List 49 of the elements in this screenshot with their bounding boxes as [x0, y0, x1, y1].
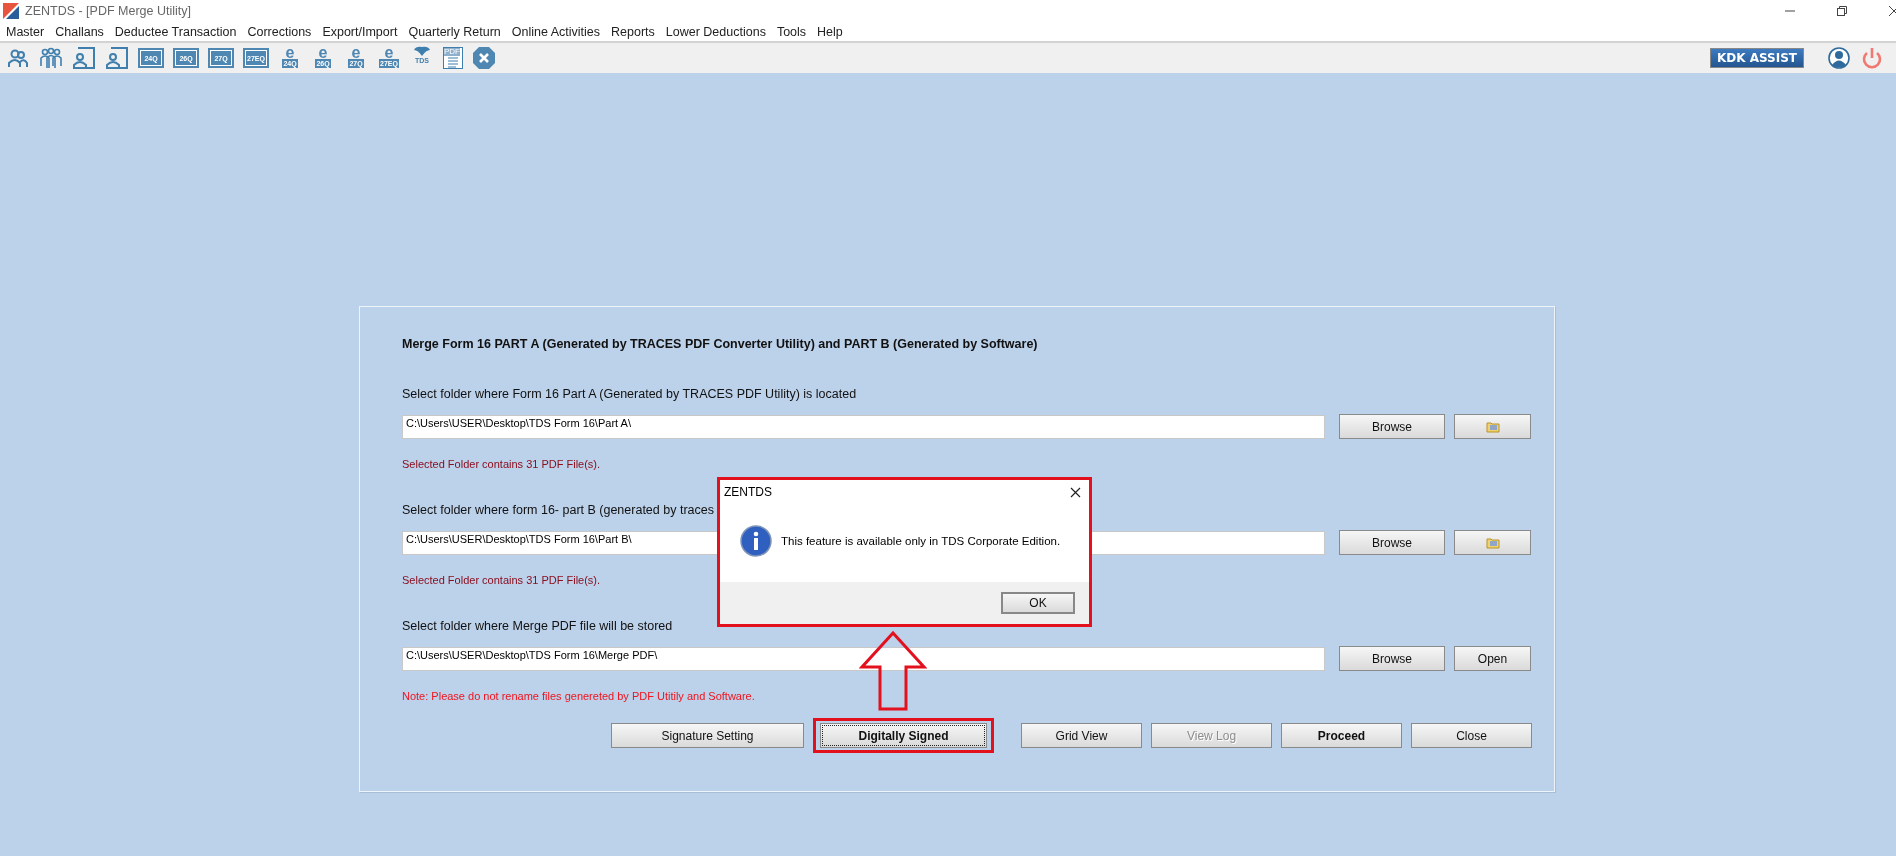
menu-item[interactable]: Corrections — [247, 24, 312, 39]
folder-note: Selected Folder contains 31 PDF File(s). — [402, 458, 602, 470]
person-form-icon[interactable] — [72, 46, 96, 70]
folder-button[interactable] — [1454, 530, 1531, 555]
menu-item[interactable]: Quarterly Return — [408, 24, 501, 39]
menu-item[interactable]: Help — [817, 24, 843, 39]
menu-item[interactable]: Online Activities — [511, 24, 601, 39]
field-label: Select folder where Merge PDF file will be stored — [402, 619, 674, 633]
action-button[interactable]: Grid View — [1021, 723, 1142, 748]
close-icon[interactable] — [1888, 5, 1896, 17]
folder-path-field[interactable]: C:\Users\USER\Desktop\TDS Form 16\Part A\ — [402, 414, 1325, 439]
kdk-assist-button[interactable]: KDK ASSIST — [1709, 48, 1804, 68]
folder-button[interactable]: Browse — [1339, 646, 1445, 671]
folder-note: Selected Folder contains 31 PDF File(s). — [402, 574, 602, 586]
dialog-title: ZENTDS — [724, 485, 772, 499]
menu-item[interactable]: Reports — [611, 24, 655, 39]
info-icon — [740, 524, 772, 557]
restore-icon[interactable] — [1836, 5, 1848, 17]
menu-item[interactable]: Deductee Transaction — [114, 24, 237, 39]
folder-note: Note: Please do not rename files genereted by PDF Utitily and Software. — [402, 690, 756, 702]
exit-icon[interactable] — [472, 46, 496, 70]
folder-button[interactable] — [1454, 414, 1531, 439]
menu-item[interactable]: Lower Deductions — [665, 24, 766, 39]
folder-path-field[interactable]: C:\Users\USER\Desktop\TDS Form 16\Merge PDF\ — [402, 646, 1325, 671]
menu-item[interactable]: Master — [6, 24, 45, 39]
menu-item[interactable]: Tools — [776, 24, 807, 39]
panel-heading: Merge Form 16 PART A (Generated by TRACES PDF Converter Utility) and PART B (Generated by Software) — [402, 337, 1039, 351]
person-form-icon[interactable] — [105, 46, 129, 70]
close-icon[interactable] — [1070, 486, 1081, 498]
menu-item[interactable]: Challans — [55, 24, 104, 39]
folder-icon — [1485, 420, 1500, 433]
group-icon[interactable] — [39, 46, 63, 70]
folder-button[interactable]: Browse — [1339, 530, 1445, 555]
field-label: Select folder where form 16- part B (generated by traces — [402, 503, 715, 517]
app-logo-icon — [3, 3, 19, 19]
folder-button[interactable]: Open — [1454, 646, 1531, 671]
folder-icon — [1485, 536, 1500, 549]
action-button[interactable]: Close — [1411, 723, 1532, 748]
menu-item[interactable]: Export/Import — [322, 24, 398, 39]
ok-button[interactable]: OK — [1001, 592, 1075, 614]
action-button[interactable]: Signature Setting — [611, 723, 804, 748]
power-icon[interactable] — [1862, 47, 1882, 69]
action-button[interactable]: Digitally Signed — [820, 723, 987, 748]
window-title: ZENTDS - [PDF Merge Utility] — [25, 4, 191, 18]
action-button[interactable]: Proceed — [1281, 723, 1402, 748]
folder-button[interactable]: Browse — [1339, 414, 1445, 439]
field-label: Select folder where Form 16 Part A (Generated by TRACES PDF Utility) is located — [402, 387, 858, 401]
user-icon[interactable] — [1828, 47, 1850, 69]
dialog-message: This feature is available only in TDS Corporate Edition. — [781, 534, 1061, 547]
